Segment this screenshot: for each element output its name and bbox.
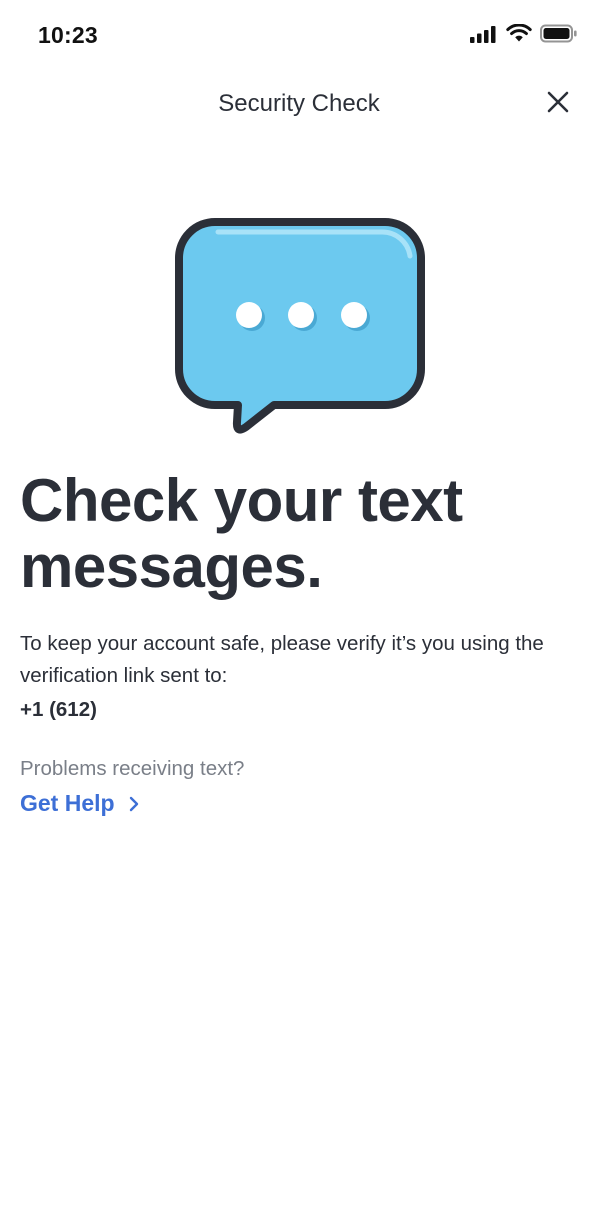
- help-prompt: Problems receiving text?: [20, 757, 245, 780]
- get-help-link[interactable]: Get Help: [20, 790, 139, 817]
- status-icons: [470, 23, 578, 48]
- battery-icon: [540, 24, 578, 48]
- close-icon: [546, 90, 570, 119]
- page-title: Security Check: [218, 90, 380, 117]
- phone-number: +1 (612): [20, 698, 97, 721]
- cellular-signal-icon: [470, 25, 498, 48]
- status-time: 10:23: [38, 22, 98, 48]
- wifi-icon: [506, 23, 532, 48]
- chat-bubble-typing-icon: [170, 212, 432, 442]
- instruction-text: To keep your account safe, please verify…: [20, 632, 544, 687]
- headline: Check your text messages.: [20, 467, 463, 600]
- chevron-right-icon: [129, 796, 139, 812]
- get-help-label: Get Help: [20, 790, 115, 816]
- close-button[interactable]: [540, 86, 576, 122]
- status-bar: 10:23: [0, 0, 598, 76]
- nav-bar: Security Check: [0, 76, 598, 136]
